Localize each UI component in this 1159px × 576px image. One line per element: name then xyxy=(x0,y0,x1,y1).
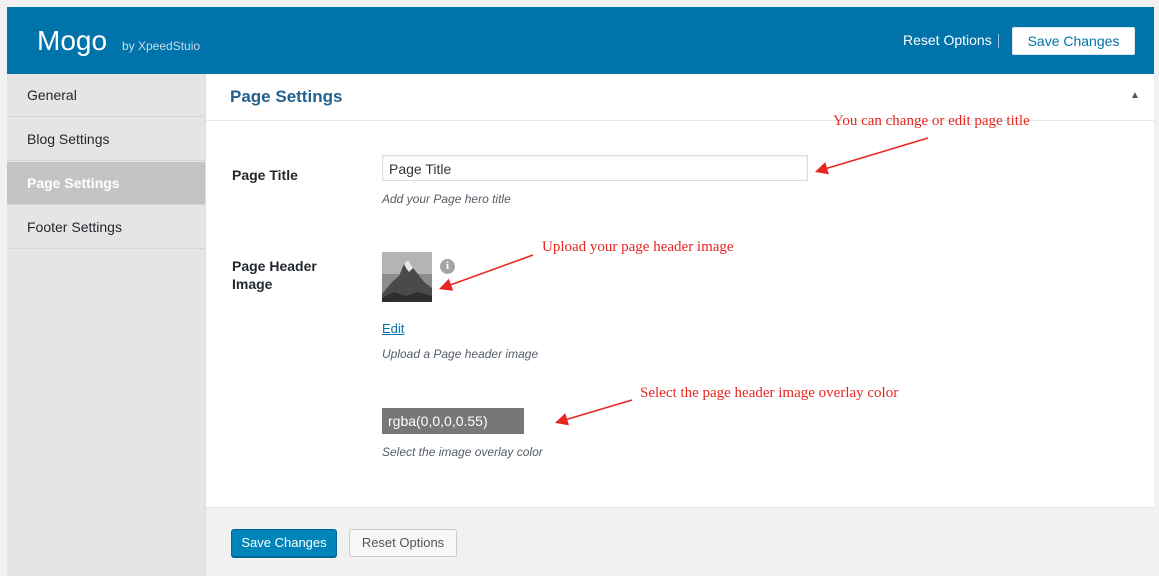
sidebar: General Blog Settings Page Settings Foot… xyxy=(7,74,206,576)
options-panel: Mogo by XpeedStuio Reset Options Save Ch… xyxy=(7,7,1154,576)
edit-image-link[interactable]: Edit xyxy=(382,321,404,336)
triangle-up-icon[interactable]: ▲ xyxy=(1130,90,1140,101)
save-changes-button[interactable]: Save Changes xyxy=(1012,27,1135,55)
info-icon[interactable]: i xyxy=(440,259,455,274)
footer-bar: Save Changes Reset Options xyxy=(206,507,1154,576)
sidebar-item-footer-settings[interactable]: Footer Settings xyxy=(7,206,205,249)
annotation-title-note: You can change or edit page title xyxy=(833,113,1030,129)
sidebar-item-page-settings[interactable]: Page Settings xyxy=(7,162,205,205)
section-title: Page Settings xyxy=(230,87,343,106)
footer-save-button[interactable]: Save Changes xyxy=(231,529,337,557)
reset-options-button[interactable]: Reset Options xyxy=(903,32,992,48)
overlay-color-picker[interactable]: rgba(0,0,0,0.55) xyxy=(382,408,524,434)
header-image-label: Page Header Image xyxy=(232,258,317,292)
sidebar-item-general[interactable]: General xyxy=(7,74,205,117)
annotation-image-note: Upload your page header image xyxy=(542,239,734,255)
header-image-thumbnail[interactable] xyxy=(382,252,432,302)
app-title: Mogo xyxy=(37,25,108,56)
footer-reset-button[interactable]: Reset Options xyxy=(349,529,457,557)
header-divider xyxy=(998,34,999,48)
annotation-color-note: Select the page header image overlay col… xyxy=(640,385,899,401)
page-title-input[interactable]: Page Title xyxy=(382,155,808,181)
sidebar-item-blog-settings[interactable]: Blog Settings xyxy=(7,118,205,161)
page-title-description: Add your Page hero title xyxy=(382,192,511,206)
overlay-color-description: Select the image overlay color xyxy=(382,445,543,459)
app-author: by XpeedStuio xyxy=(122,39,201,53)
top-header: Mogo by XpeedStuio Reset Options Save Ch… xyxy=(7,7,1154,74)
main-content: Page Settings ▲ Page Title Page Title Ad… xyxy=(206,74,1154,576)
header-image-description: Upload a Page header image xyxy=(382,347,539,361)
page-title-label: Page Title xyxy=(232,167,298,183)
